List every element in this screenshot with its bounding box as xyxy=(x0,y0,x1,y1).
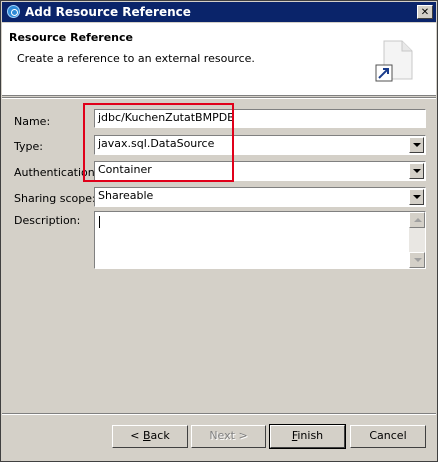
back-button-prefix: < xyxy=(130,429,143,442)
cancel-button[interactable]: Cancel xyxy=(350,425,426,448)
app-icon xyxy=(7,5,20,18)
window-title: Add Resource Reference xyxy=(25,5,191,19)
back-button[interactable]: < Back xyxy=(112,425,188,448)
title-bar[interactable]: Add Resource Reference ✕ xyxy=(2,2,436,22)
add-resource-reference-dialog: Add Resource Reference ✕ Resource Refere… xyxy=(0,0,438,462)
banner-description: Create a reference to an external resour… xyxy=(17,52,255,65)
scroll-up-arrow-icon[interactable] xyxy=(409,212,425,228)
wizard-banner: Resource Reference Create a reference to… xyxy=(2,23,436,96)
description-scrollbar[interactable] xyxy=(409,212,425,268)
sharing-scope-dropdown[interactable]: Shareable xyxy=(94,187,426,207)
next-button: Next > xyxy=(191,425,266,448)
name-label: Name: xyxy=(14,115,51,128)
scroll-down-arrow-icon[interactable] xyxy=(409,252,425,268)
finish-button-rest: inish xyxy=(297,429,324,442)
type-label: Type: xyxy=(14,140,43,153)
text-caret xyxy=(99,216,100,228)
finish-button[interactable]: Finish xyxy=(269,424,346,449)
authentication-dropdown-arrow-icon[interactable] xyxy=(409,163,424,179)
description-textarea[interactable] xyxy=(94,211,426,269)
highlight-box xyxy=(83,103,234,182)
back-button-rest: ack xyxy=(150,429,170,442)
back-button-mnemonic: B xyxy=(143,429,151,442)
close-button[interactable]: ✕ xyxy=(417,5,433,19)
button-bar-separator xyxy=(2,413,436,415)
banner-separator xyxy=(2,97,436,99)
sharing-scope-dropdown-arrow-icon[interactable] xyxy=(409,189,424,205)
type-dropdown-arrow-icon[interactable] xyxy=(409,137,424,153)
sharing-scope-label: Sharing scope: xyxy=(14,192,96,205)
banner-title: Resource Reference xyxy=(9,31,133,44)
resource-reference-wizard-icon xyxy=(375,40,413,82)
sharing-scope-value: Shareable xyxy=(98,189,154,202)
description-label: Description: xyxy=(14,214,81,227)
